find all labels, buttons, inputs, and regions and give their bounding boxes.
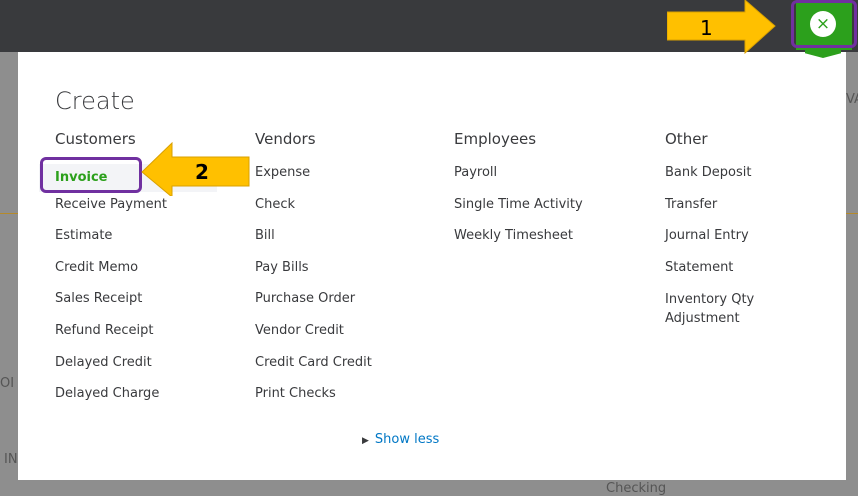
background-text: IN xyxy=(4,452,18,467)
caret-right-icon: ▶ xyxy=(362,436,369,446)
employees-column: Employees Payroll Single Time Activity W… xyxy=(454,130,583,259)
menu-item-expense[interactable]: Expense xyxy=(255,164,372,196)
menu-item-sales-receipt[interactable]: Sales Receipt xyxy=(55,290,217,322)
background-text: Checking xyxy=(606,481,667,496)
annotation-step-1: 1 xyxy=(700,16,713,40)
menu-item-credit-memo[interactable]: Credit Memo xyxy=(55,259,217,291)
menu-item-statement[interactable]: Statement xyxy=(665,259,775,291)
menu-item-inventory-qty-adjustment[interactable]: Inventory Qty Adjustment xyxy=(665,290,775,326)
menu-item-bill[interactable]: Bill xyxy=(255,227,372,259)
other-column: Other Bank Deposit Transfer Journal Entr… xyxy=(665,130,775,326)
annotation-step-2: 2 xyxy=(195,160,209,184)
modal-title: Create xyxy=(55,87,135,115)
menu-item-estimate[interactable]: Estimate xyxy=(55,227,217,259)
vendors-column: Vendors Expense Check Bill Pay Bills Pur… xyxy=(255,130,372,417)
menu-item-print-checks[interactable]: Print Checks xyxy=(255,385,372,417)
highlight-box-close xyxy=(791,0,857,48)
menu-item-receive-payment[interactable]: Receive Payment xyxy=(55,196,217,228)
menu-item-refund-receipt[interactable]: Refund Receipt xyxy=(55,322,217,354)
annotation-arrow-1 xyxy=(667,0,776,54)
column-heading: Employees xyxy=(454,130,537,148)
menu-item-delayed-credit[interactable]: Delayed Credit xyxy=(55,354,217,386)
menu-item-vendor-credit[interactable]: Vendor Credit xyxy=(255,322,372,354)
highlight-box-invoice xyxy=(40,157,142,193)
menu-item-pay-bills[interactable]: Pay Bills xyxy=(255,259,372,291)
menu-item-bank-deposit[interactable]: Bank Deposit xyxy=(665,164,775,196)
background-divider xyxy=(0,213,20,214)
column-heading: Vendors xyxy=(255,130,316,148)
menu-item-weekly-timesheet[interactable]: Weekly Timesheet xyxy=(454,227,583,259)
create-menu-modal: Create Customers Invoice Receive Payment… xyxy=(18,52,846,480)
menu-item-credit-card-credit[interactable]: Credit Card Credit xyxy=(255,354,372,386)
menu-item-single-time-activity[interactable]: Single Time Activity xyxy=(454,196,583,228)
column-heading: Other xyxy=(665,130,708,148)
menu-item-purchase-order[interactable]: Purchase Order xyxy=(255,290,372,322)
show-less-link[interactable]: ▶ Show less xyxy=(362,432,439,447)
background-divider xyxy=(846,213,858,214)
background-text: VA xyxy=(846,92,858,107)
menu-item-check[interactable]: Check xyxy=(255,196,372,228)
menu-item-transfer[interactable]: Transfer xyxy=(665,196,775,228)
background-text: OI xyxy=(0,376,15,391)
show-less-label: Show less xyxy=(374,432,440,447)
menu-item-payroll[interactable]: Payroll xyxy=(454,164,583,196)
menu-item-journal-entry[interactable]: Journal Entry xyxy=(665,227,775,259)
menu-item-delayed-charge[interactable]: Delayed Charge xyxy=(55,385,217,417)
